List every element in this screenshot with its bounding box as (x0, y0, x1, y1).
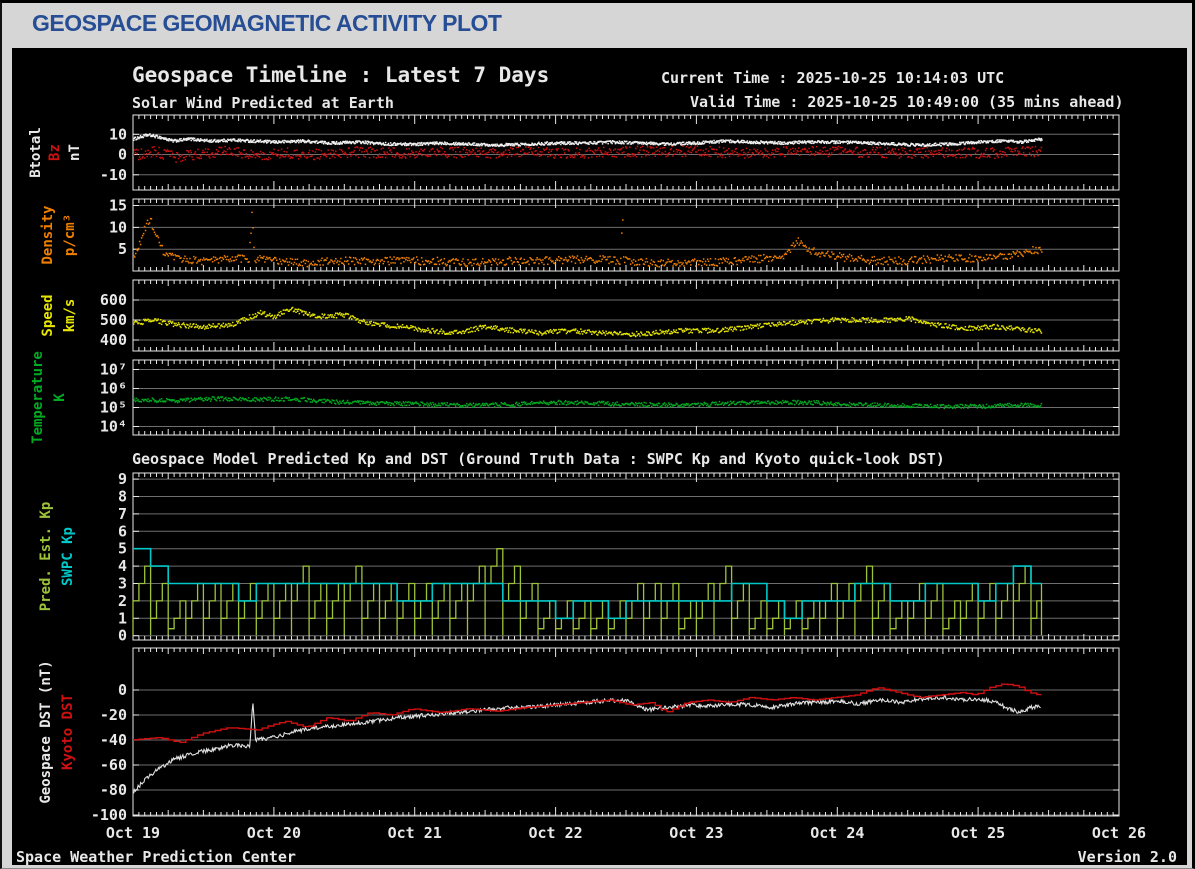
series-Pred. Est. Kp (132, 548, 1043, 636)
ytick-label: 1 (118, 609, 127, 627)
ytick-label: 8 (118, 488, 127, 506)
series-Speed (133, 306, 1043, 338)
ytick-label: 0 (118, 627, 127, 645)
axis-label-density-0: Density (40, 205, 56, 265)
ytick-label: 10 (109, 125, 127, 143)
plot-image: Geospace Timeline : Latest 7 Days Curren… (12, 48, 1187, 866)
panel-temperature: 10⁷10⁶10⁵10⁴ Temperature K (30, 351, 1120, 444)
ytick-label: 9 (118, 470, 127, 488)
panel-frame (132, 114, 1120, 191)
ytick-label: 5 (118, 240, 127, 258)
xtick-label: Oct 23 (669, 824, 723, 842)
ytick-label: -40 (100, 731, 127, 749)
axis-label-dst-0: Geospace DST (nT) (38, 660, 54, 803)
ytick-label: 0 (118, 146, 127, 164)
panel-dst: 0 -20 -40 -60 -80 -100 Geospace DST (nT) Kyoto … (38, 647, 1120, 824)
page-title: GEOSPACE GEOMAGNETIC ACTIVITY PLOT (32, 10, 502, 36)
ytick-label: 10⁷ (100, 361, 127, 379)
xtick-label: Oct 21 (388, 824, 442, 842)
axis-label-kp-1: SWPC Kp (60, 527, 76, 586)
ytick-label: 4 (118, 557, 127, 575)
axis-label-density-1: p/cm³ (62, 214, 78, 256)
page: GEOSPACE GEOMAGNETIC ACTIVITY PLOT Geosp… (0, 0, 1195, 869)
ytick-label: 500 (100, 311, 127, 329)
axis-label-imf-bz-btotal-0: Btotal (28, 127, 44, 178)
xtick-label: Oct 24 (810, 824, 864, 842)
ytick-label: -100 (91, 806, 127, 824)
xtick-label: Oct 19 (106, 824, 160, 842)
panel-kp: 9876543210 Pred. Est. Kp SWPC Kp (38, 470, 1120, 645)
ytick-label: 10⁶ (100, 380, 127, 398)
axis-label-temperature-1: K (52, 393, 68, 402)
ytick-label: 10 (109, 218, 127, 236)
xtick-label: Oct 26 (1092, 824, 1146, 842)
panel-density: 15 10 5 Density p/cm³ (40, 197, 1120, 272)
ytick-label: -80 (100, 781, 127, 799)
series-Geospace DST (132, 694, 1041, 794)
axis-label-speed-0: Speed (40, 294, 56, 336)
ytick-label: 10⁴ (100, 418, 127, 436)
panel-frame (132, 359, 1120, 436)
ytick-label: -60 (100, 756, 127, 774)
ytick-label: 0 (118, 681, 127, 699)
series-Density (133, 211, 1043, 268)
ytick-label: 600 (100, 291, 127, 309)
ytick-label: -10 (100, 166, 127, 184)
xtick-label: Oct 25 (951, 824, 1005, 842)
geospace-chart: 100-10Btotal Bz nT15105Density p/cm³6005004… (28, 114, 1146, 842)
ytick-label: 3 (118, 575, 127, 593)
axis-label-kp-0: Pred. Est. Kp (38, 502, 54, 612)
ytick-label: 400 (100, 331, 127, 349)
panel-imf-bz-btotal: 10 0 -10 Btotal Bz nT (28, 114, 1120, 191)
ytick-label: 2 (118, 592, 127, 610)
panel-frame (132, 198, 1120, 272)
panel-speed: 600 500 400 Speed km/s (40, 279, 1120, 352)
axis-label-temperature-0: Temperature (30, 351, 46, 444)
ytick-label: 5 (118, 540, 127, 558)
axis-label-dst-1: Kyoto DST (60, 694, 76, 770)
panel-frame (132, 647, 1120, 817)
xtick-label: Oct 20 (247, 824, 301, 842)
axis-label-imf-bz-btotal-1: Bz (47, 144, 63, 161)
series-Kyoto DST (133, 683, 1042, 743)
axis-label-speed-1: km/s (62, 299, 78, 333)
xtick-label: Oct 22 (529, 824, 583, 842)
ytick-label: -20 (100, 706, 127, 724)
series-Btotal (133, 133, 1043, 148)
ytick-label: 15 (109, 197, 127, 215)
ytick-label: 6 (118, 522, 127, 540)
ytick-label: 10⁵ (100, 399, 127, 417)
axis-label-imf-bz-btotal-2: nT (67, 144, 83, 161)
ytick-label: 7 (118, 505, 127, 523)
